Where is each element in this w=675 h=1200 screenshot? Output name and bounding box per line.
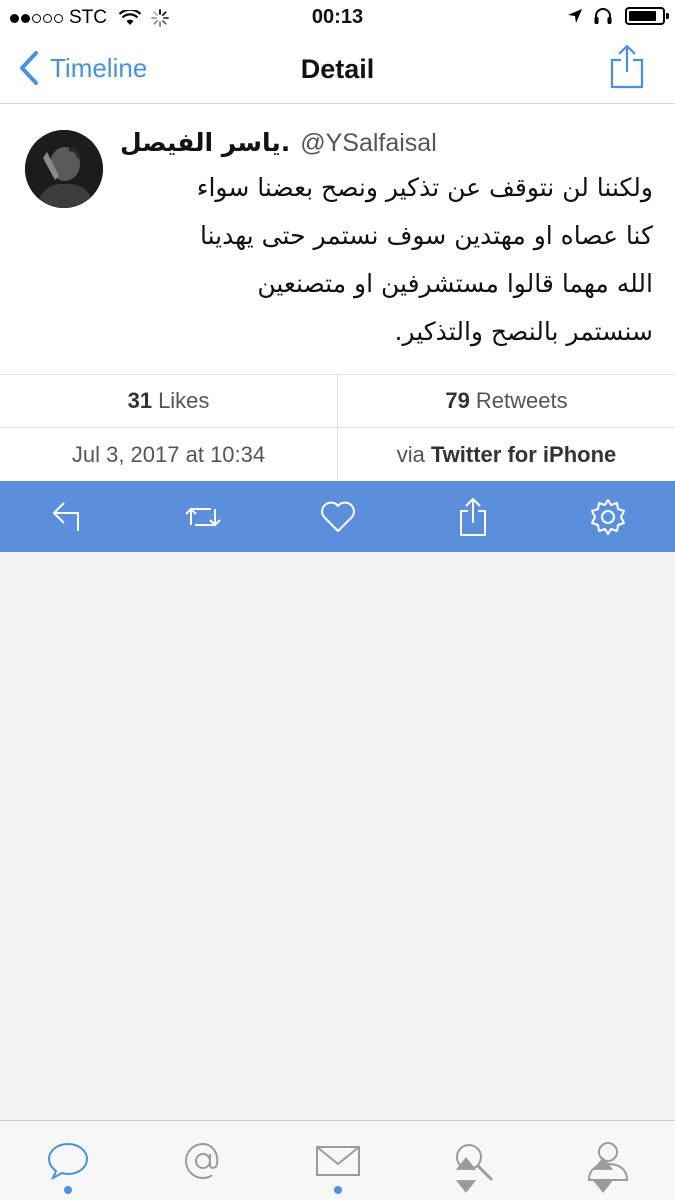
tweet-timestamp: Jul 3, 2017 at 10:34 <box>0 428 337 481</box>
retweets-count: 79 <box>445 388 470 413</box>
share-tweet-button[interactable] <box>405 481 540 552</box>
battery-icon <box>625 7 669 25</box>
status-bar: STC 00:13 <box>0 0 675 36</box>
retweets-stat[interactable]: 79 Retweets <box>337 375 675 427</box>
location-arrow-icon <box>568 9 582 23</box>
content-area <box>0 552 675 1120</box>
retweet-icon <box>184 507 221 526</box>
heart-icon <box>320 501 355 532</box>
avatar[interactable] <box>25 130 103 208</box>
share-icon <box>459 497 486 536</box>
via-label: via <box>396 441 425 467</box>
headphones-icon <box>594 8 612 24</box>
envelope-icon <box>315 1145 360 1176</box>
reply-button[interactable] <box>0 481 135 552</box>
likes-stat[interactable]: 31 Likes <box>0 375 337 427</box>
gear-icon <box>590 498 625 535</box>
like-button[interactable] <box>270 481 405 552</box>
chat-bubble-icon <box>47 1142 88 1180</box>
retweet-button[interactable] <box>135 481 270 552</box>
likes-label: Likes <box>158 388 210 413</box>
meta-row: Jul 3, 2017 at 10:34 via Twitter for iPh… <box>0 428 675 481</box>
tab-search[interactable] <box>405 1121 540 1200</box>
page-title: Detail <box>300 54 375 84</box>
tweet-text: ولكننا لن نتوقف عن تذكير ونصح بعضنا سواء… <box>120 164 653 356</box>
tab-mentions[interactable] <box>135 1121 270 1200</box>
tweet-line: كنا عصاه او مهتدين سوف نستمر حتى يهدينا <box>200 221 653 250</box>
share-icon[interactable] <box>609 44 645 90</box>
tweet-source[interactable]: via Twitter for iPhone <box>337 428 675 481</box>
stats-row: 31 Likes 79 Retweets <box>0 374 675 428</box>
status-right <box>567 7 669 25</box>
sort-arrows-icon <box>592 1157 614 1193</box>
reply-icon <box>52 501 79 531</box>
tweet-header: ياسر الفيصل. @YSalfaisal <box>120 128 437 158</box>
timestamp-text: Jul 3, 2017 at 10:34 <box>71 441 266 467</box>
likes-count: 31 <box>127 388 153 413</box>
tweet-detail: ياسر الفيصل. @YSalfaisal ولكننا لن نتوقف… <box>0 104 675 374</box>
username[interactable]: @YSalfaisal <box>300 129 437 158</box>
client-name: Twitter for iPhone <box>430 441 617 467</box>
settings-button[interactable] <box>540 481 675 552</box>
tweet-line: سنستمر بالنصح والتذكير. <box>394 317 653 346</box>
tab-bar <box>0 1120 675 1200</box>
battery-tip <box>666 13 669 19</box>
display-name[interactable]: ياسر الفيصل. <box>120 128 290 157</box>
tweet-line: الله مهما قالوا مستشرفين او متصنعين <box>257 269 653 298</box>
battery-level <box>629 11 657 21</box>
tweet-action-bar <box>0 481 675 552</box>
retweets-label: Retweets <box>475 388 568 413</box>
tweet-line: ولكننا لن نتوقف عن تذكير ونصح بعضنا سواء <box>196 173 653 202</box>
sort-arrows-icon <box>455 1157 477 1193</box>
at-sign-icon <box>184 1142 218 1179</box>
tab-indicator-dot <box>63 1186 72 1194</box>
tab-indicator-dot <box>333 1186 342 1194</box>
tab-profile[interactable] <box>540 1121 675 1200</box>
tab-messages[interactable] <box>270 1121 405 1200</box>
avatar-photo <box>25 130 103 208</box>
tab-timeline[interactable] <box>0 1121 135 1200</box>
navigation-bar: Timeline Detail <box>0 36 675 104</box>
